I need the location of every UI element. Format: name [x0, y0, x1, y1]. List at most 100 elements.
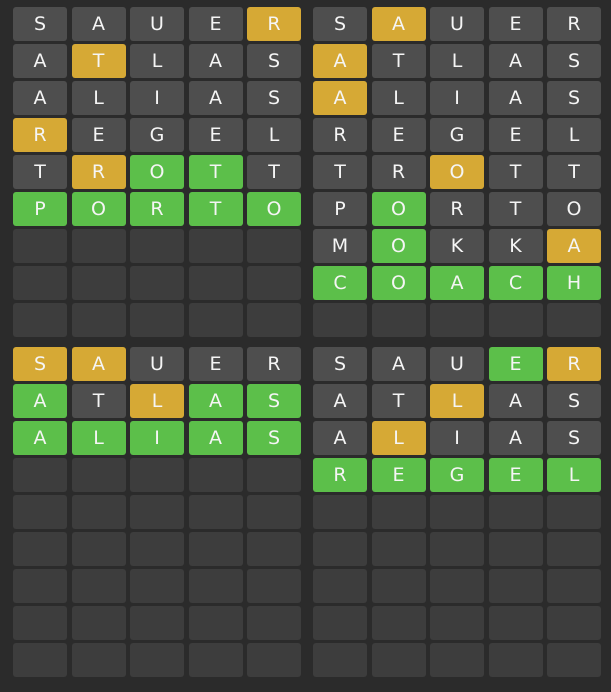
letter-tile: K	[430, 229, 484, 263]
letter-tile: U	[130, 7, 184, 41]
letter-tile: A	[547, 229, 601, 263]
empty-tile	[430, 643, 484, 677]
letter-tile: O	[130, 155, 184, 189]
empty-tile	[71, 303, 126, 337]
letter-tile: L	[547, 118, 601, 152]
letter-tile: A	[488, 384, 543, 418]
letter-tile: C	[488, 266, 543, 300]
empty-tile	[247, 569, 301, 603]
board-1: SAUERATLASALIASREGELTROTTPORTO	[13, 7, 301, 337]
letter-tile: M	[313, 229, 367, 263]
empty-tile	[488, 495, 543, 529]
letter-tile: R	[547, 7, 601, 41]
empty-tile	[313, 569, 367, 603]
empty-tile	[371, 495, 426, 529]
empty-tile	[130, 532, 184, 566]
empty-tile	[488, 643, 543, 677]
empty-tile	[130, 303, 184, 337]
letter-tile: O	[371, 266, 426, 300]
letter-tile: S	[247, 44, 301, 78]
empty-tile	[247, 266, 301, 300]
empty-tile	[71, 229, 126, 263]
letter-tile: T	[71, 44, 126, 78]
empty-tile	[71, 606, 126, 640]
letter-tile: L	[71, 81, 126, 115]
empty-tile	[547, 303, 601, 337]
empty-tile	[13, 229, 67, 263]
letter-tile: T	[371, 384, 426, 418]
empty-tile	[247, 495, 301, 529]
empty-tile	[247, 303, 301, 337]
board-4: SAUERATLASALIASREGEL	[313, 347, 601, 677]
letter-tile: L	[130, 384, 184, 418]
letter-tile: T	[13, 155, 67, 189]
letter-tile: O	[547, 192, 601, 226]
empty-tile	[130, 458, 184, 492]
empty-tile	[130, 229, 184, 263]
empty-tile	[430, 532, 484, 566]
letter-tile: T	[488, 192, 543, 226]
letter-tile: R	[13, 118, 67, 152]
letter-tile: O	[371, 192, 426, 226]
empty-tile	[313, 495, 367, 529]
letter-tile: S	[547, 421, 601, 455]
letter-tile: S	[547, 44, 601, 78]
letter-tile: A	[188, 421, 243, 455]
letter-tile: S	[547, 384, 601, 418]
letter-tile: A	[188, 81, 243, 115]
empty-tile	[188, 229, 243, 263]
letter-tile: A	[13, 384, 67, 418]
empty-tile	[130, 606, 184, 640]
letter-tile: L	[430, 384, 484, 418]
letter-tile: E	[71, 118, 126, 152]
empty-tile	[488, 606, 543, 640]
letter-tile: E	[371, 458, 426, 492]
letter-tile: T	[371, 44, 426, 78]
letter-tile: U	[430, 7, 484, 41]
letter-tile: L	[371, 81, 426, 115]
empty-tile	[188, 495, 243, 529]
letter-tile: U	[130, 347, 184, 381]
letter-tile: R	[313, 118, 367, 152]
letter-tile: A	[188, 384, 243, 418]
letter-tile: S	[547, 81, 601, 115]
empty-tile	[371, 569, 426, 603]
letter-tile: L	[430, 44, 484, 78]
empty-tile	[71, 643, 126, 677]
empty-tile	[71, 569, 126, 603]
letter-tile: I	[430, 421, 484, 455]
letter-tile: A	[488, 421, 543, 455]
letter-tile: S	[313, 7, 367, 41]
empty-tile	[371, 606, 426, 640]
letter-tile: E	[371, 118, 426, 152]
empty-tile	[13, 532, 67, 566]
empty-tile	[13, 458, 67, 492]
letter-tile: T	[547, 155, 601, 189]
letter-tile: T	[247, 155, 301, 189]
empty-tile	[547, 569, 601, 603]
board-3: SAUERATLASALIAS	[13, 347, 301, 677]
letter-tile: A	[313, 81, 367, 115]
empty-tile	[13, 303, 67, 337]
letter-tile: I	[130, 81, 184, 115]
empty-tile	[188, 569, 243, 603]
letter-tile: E	[488, 458, 543, 492]
letter-tile: L	[130, 44, 184, 78]
letter-tile: A	[371, 7, 426, 41]
letter-tile: G	[430, 118, 484, 152]
empty-tile	[188, 458, 243, 492]
empty-tile	[130, 266, 184, 300]
letter-tile: P	[13, 192, 67, 226]
empty-tile	[371, 643, 426, 677]
empty-tile	[313, 606, 367, 640]
letter-tile: T	[188, 192, 243, 226]
empty-tile	[313, 303, 367, 337]
letter-tile: T	[188, 155, 243, 189]
letter-tile: I	[130, 421, 184, 455]
empty-tile	[130, 569, 184, 603]
empty-tile	[188, 643, 243, 677]
letter-tile: S	[13, 347, 67, 381]
empty-tile	[13, 569, 67, 603]
letter-tile: A	[313, 44, 367, 78]
letter-tile: O	[71, 192, 126, 226]
